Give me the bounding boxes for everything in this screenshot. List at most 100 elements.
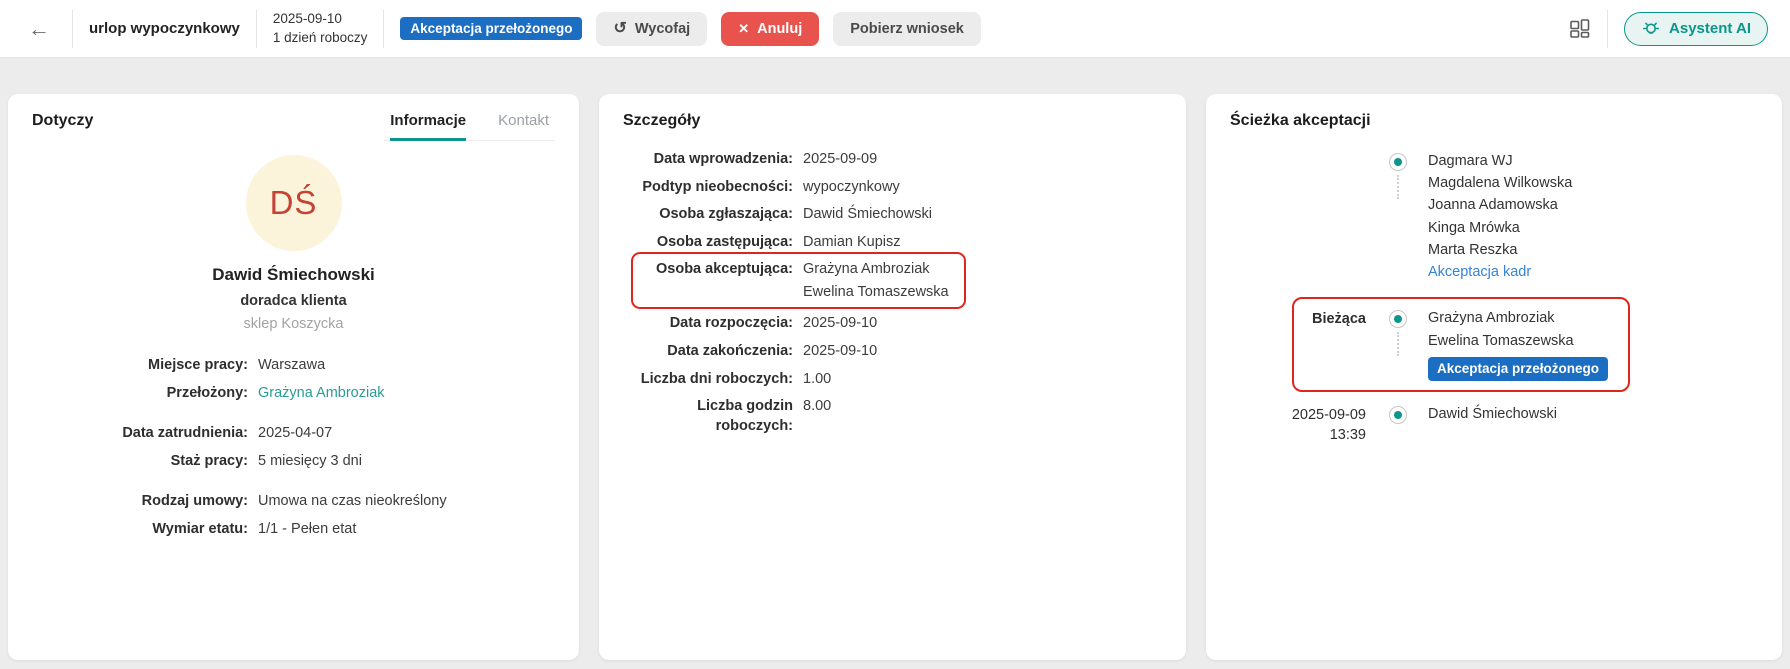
field-label: Data zakończenia: bbox=[667, 342, 793, 359]
timeline-dot-icon bbox=[1389, 406, 1407, 425]
download-request-label: Pobierz wniosek bbox=[850, 20, 964, 37]
back-arrow-icon[interactable]: ← bbox=[22, 16, 56, 42]
field-value: Umowa na czas nieokreślony bbox=[258, 493, 447, 510]
field-row: Wymiar etatu: 1/1 - Pełen etat bbox=[32, 520, 555, 540]
divider bbox=[383, 9, 385, 48]
field-value: 8.00 bbox=[803, 398, 832, 415]
field-row: Data zatrudnienia: 2025-04-07 bbox=[32, 424, 555, 444]
request-date: 2025-09-10 bbox=[272, 10, 342, 26]
withdraw-button-label: Wycofaj bbox=[634, 20, 691, 37]
field-value: 2025-09-10 bbox=[803, 315, 878, 332]
layout-grid-icon[interactable] bbox=[1569, 18, 1591, 40]
approval-timeline: Dagmara WJ Magdalena Wilkowska Joanna Ad… bbox=[1230, 152, 1758, 445]
avatar: DŚ bbox=[245, 155, 342, 251]
approver-name: Grażyna Ambroziak bbox=[1428, 310, 1555, 327]
status-badge: Akceptacja przełożonego bbox=[400, 17, 583, 40]
field-label: Data wprowadzenia: bbox=[653, 151, 793, 167]
withdraw-button[interactable]: ↺ Wycofaj bbox=[596, 11, 708, 46]
request-duration: 1 dzień roboczy bbox=[272, 29, 368, 45]
approver-name: Ewelina Tomaszewska bbox=[1428, 332, 1574, 349]
field-label: Osoba zastępująca: bbox=[656, 233, 793, 250]
divider bbox=[255, 9, 257, 48]
field-label: Rodzaj umowy: bbox=[141, 493, 248, 510]
field-label: Staż pracy: bbox=[170, 452, 248, 469]
tab-informacje[interactable]: Informacje bbox=[390, 112, 467, 141]
field-value: 1.00 bbox=[803, 370, 832, 387]
employee-role: doradca klienta bbox=[240, 293, 347, 309]
field-row: Data rozpoczęcia: 2025-09-10 bbox=[623, 314, 1162, 334]
field-label: Liczba godzin roboczych: bbox=[697, 398, 793, 434]
field-value: 1/1 - Pełen etat bbox=[258, 520, 357, 537]
step-status-badge: Akceptacja przełożonego bbox=[1428, 356, 1609, 382]
download-request-button[interactable]: Pobierz wniosek bbox=[833, 11, 981, 46]
undo-icon: ↺ bbox=[613, 19, 627, 37]
ai-assistant-button[interactable]: Asystent AI bbox=[1624, 11, 1768, 46]
field-row: Przełożony: Grażyna Ambroziak bbox=[32, 384, 555, 404]
approver-name: Dagmara WJ bbox=[1428, 153, 1513, 169]
field-value: Warszawa bbox=[258, 357, 326, 373]
timeline-dot-icon bbox=[1389, 310, 1407, 329]
field-label: Wymiar etatu: bbox=[152, 520, 248, 537]
field-label: Miejsce pracy: bbox=[148, 357, 248, 373]
timeline-dot-icon bbox=[1389, 153, 1407, 171]
ai-assistant-label: Asystent AI bbox=[1669, 20, 1751, 37]
field-row: Rodzaj umowy: Umowa na czas nieokreślony bbox=[32, 492, 555, 512]
step-status-link[interactable]: Akceptacja kadr bbox=[1428, 263, 1572, 283]
details-card-title: Szczegóły bbox=[623, 112, 701, 129]
cancel-button-label: Anuluj bbox=[757, 20, 803, 37]
field-label: Data zatrudnienia: bbox=[122, 425, 248, 442]
field-label: Przełożony: bbox=[166, 384, 248, 401]
field-label: Liczba dni roboczych: bbox=[640, 370, 793, 387]
employee-unit: sklep Koszycka bbox=[243, 316, 344, 332]
approval-path-title: Ścieżka akceptacji bbox=[1230, 112, 1371, 129]
field-label: Osoba akceptująca: bbox=[656, 261, 793, 278]
approval-step-current: Bieżąca Grażyna Ambroziak Ewelina Tomasz… bbox=[1230, 297, 1758, 393]
approval-step: Dagmara WJ Magdalena Wilkowska Joanna Ad… bbox=[1230, 152, 1758, 285]
field-value: Grażyna Ambroziak Ewelina Tomaszewska bbox=[803, 260, 949, 302]
request-title: urlop wypoczynkowy bbox=[89, 20, 240, 37]
employee-name: Dawid Śmiechowski bbox=[212, 265, 375, 284]
topbar: ← urlop wypoczynkowy 2025-09-10 1 dzień … bbox=[0, 0, 1790, 58]
main-content: Dotyczy Informacje Kontakt DŚ Dawid Śmie… bbox=[8, 94, 1782, 660]
lightbulb-icon bbox=[1641, 19, 1661, 39]
approver-name: Dawid Śmiechowski bbox=[1428, 406, 1557, 423]
approval-path-card: Ścieżka akceptacji Dagmara WJ Magdalena … bbox=[1206, 94, 1782, 660]
approver-name: Grażyna Ambroziak bbox=[803, 261, 930, 278]
field-value: 2025-09-09 bbox=[803, 151, 878, 167]
timeline-connector bbox=[1397, 175, 1399, 199]
field-value: 2025-04-07 bbox=[258, 425, 333, 442]
close-icon: ✕ bbox=[738, 21, 750, 36]
field-row: Liczba dni roboczych: 1.00 bbox=[623, 370, 1162, 390]
approver-name: Ewelina Tomaszewska bbox=[803, 283, 949, 300]
employee-tabs: Informacje Kontakt bbox=[384, 112, 555, 141]
field-row: Miejsce pracy: Warszawa bbox=[32, 356, 555, 376]
field-value: 2025-09-10 bbox=[803, 342, 878, 359]
supervisor-link[interactable]: Grażyna Ambroziak bbox=[258, 384, 385, 404]
step-label: Bieżąca bbox=[1311, 311, 1366, 328]
approver-name: Kinga Mrówka bbox=[1428, 219, 1520, 236]
step-label: 2025-09-09 13:39 bbox=[1230, 405, 1380, 445]
approver-name: Marta Reszka bbox=[1428, 241, 1518, 258]
timeline-connector bbox=[1397, 332, 1399, 357]
field-label: Podtyp nieobecności: bbox=[642, 178, 793, 195]
divider bbox=[1607, 9, 1609, 48]
employee-card-title: Dotyczy bbox=[32, 112, 94, 129]
field-value: wypoczynkowy bbox=[803, 178, 900, 195]
divider bbox=[72, 9, 73, 48]
request-date-block: 2025-09-10 1 dzień roboczy bbox=[273, 10, 368, 48]
field-row: Osoba zgłaszająca: Dawid Śmiechowski bbox=[623, 205, 1162, 225]
employee-card: Dotyczy Informacje Kontakt DŚ Dawid Śmie… bbox=[8, 94, 579, 660]
details-card: Szczegóły Data wprowadzenia: 2025-09-09 … bbox=[599, 94, 1186, 660]
cancel-button[interactable]: ✕ Anuluj bbox=[721, 11, 820, 46]
step-date: 2025-09-09 bbox=[1291, 407, 1366, 424]
field-row: Osoba zastępująca: Damian Kupisz bbox=[623, 233, 1162, 253]
field-value: 5 miesięcy 3 dni bbox=[258, 452, 362, 469]
step-time: 13:39 bbox=[1329, 427, 1366, 444]
field-row: Data wprowadzenia: 2025-09-09 bbox=[623, 150, 1162, 170]
approver-name: Magdalena Wilkowska bbox=[1428, 175, 1573, 192]
approval-step: 2025-09-09 13:39 Dawid Śmiechowski bbox=[1230, 405, 1758, 445]
tab-kontakt[interactable]: Kontakt bbox=[498, 112, 549, 140]
field-value: Damian Kupisz bbox=[803, 233, 901, 250]
approver-name: Joanna Adamowska bbox=[1428, 197, 1558, 214]
field-row: Data zakończenia: 2025-09-10 bbox=[623, 342, 1162, 362]
